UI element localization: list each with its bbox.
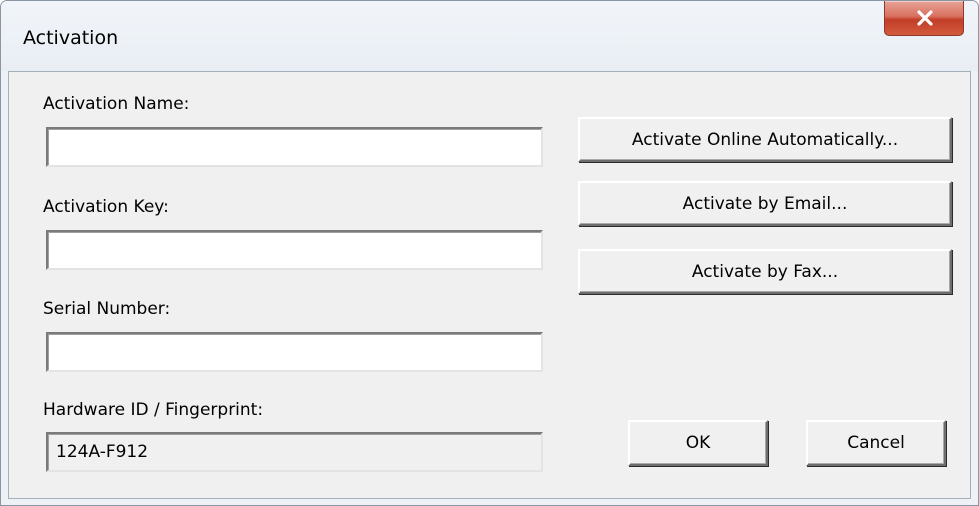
hardware-id-label: Hardware ID / Fingerprint: [43, 400, 264, 420]
window-title: Activation [23, 27, 119, 49]
activate-by-email-button[interactable]: Activate by Email... [578, 181, 952, 226]
close-button[interactable] [884, 1, 964, 36]
title-bar[interactable]: Activation [1, 1, 978, 71]
hardware-id-field[interactable]: 124A-F912 [46, 432, 543, 472]
cancel-button[interactable]: Cancel [806, 420, 946, 466]
activation-key-label: Activation Key: [43, 197, 169, 217]
close-icon [917, 10, 933, 26]
activation-name-label: Activation Name: [43, 94, 190, 114]
ok-button[interactable]: OK [628, 420, 768, 466]
activate-online-button[interactable]: Activate Online Automatically... [578, 117, 952, 162]
activation-dialog: Activation Activation Name: Activation K… [0, 0, 979, 506]
serial-number-input[interactable] [46, 332, 543, 372]
activation-key-input[interactable] [46, 230, 543, 270]
activate-by-fax-button[interactable]: Activate by Fax... [578, 249, 952, 294]
serial-number-label: Serial Number: [43, 299, 171, 319]
activation-name-input[interactable] [46, 127, 543, 167]
dialog-body: Activation Name: Activation Key: Serial … [8, 71, 971, 499]
